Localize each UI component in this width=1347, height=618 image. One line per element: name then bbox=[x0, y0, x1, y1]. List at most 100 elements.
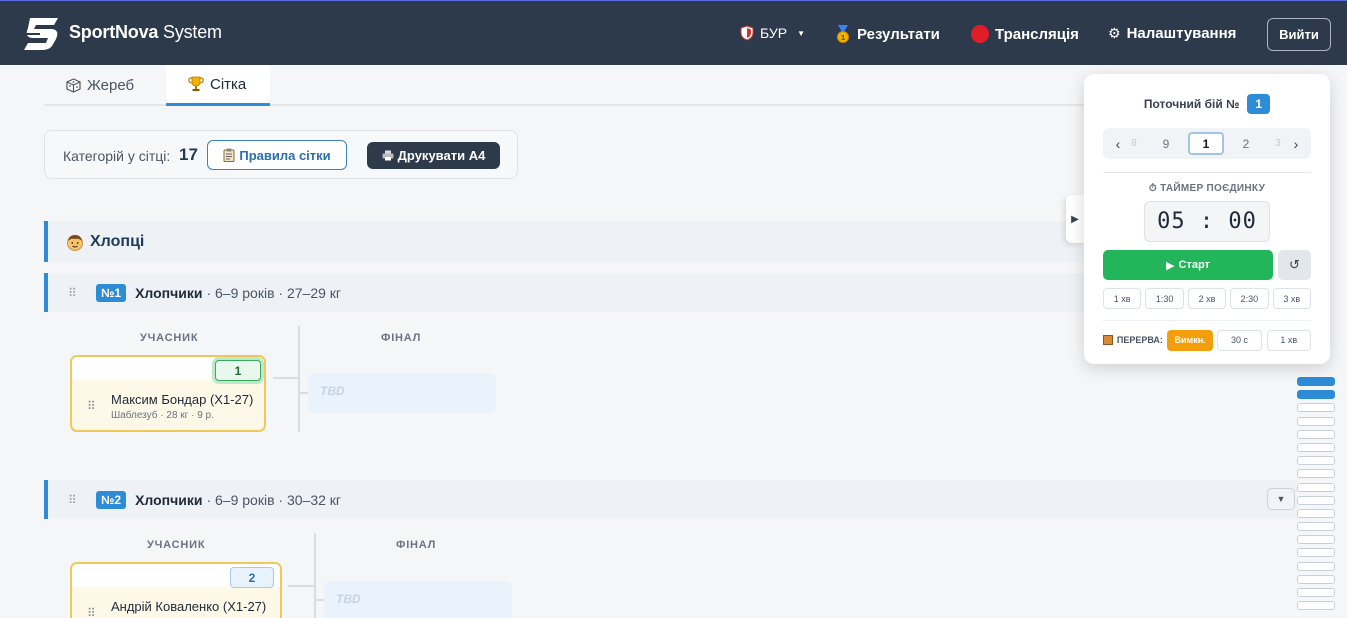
fight-number-next-far[interactable]: 3 bbox=[1271, 128, 1285, 159]
nav-results[interactable]: 1 Результати bbox=[835, 25, 940, 43]
section-header-boys: Хлопці bbox=[44, 221, 1084, 262]
org-selector[interactable]: БУР ▼ bbox=[740, 25, 805, 41]
svg-text:1: 1 bbox=[841, 34, 846, 42]
current-fight-label: Поточний бій № bbox=[1143, 97, 1240, 111]
participant-card[interactable]: 2 ⠿ Андрій Коваленко (Х1-27) bbox=[70, 562, 282, 618]
timer-preset-button[interactable]: 2:30 bbox=[1230, 288, 1269, 309]
dice-icon bbox=[66, 78, 81, 93]
categories-count-label: Категорій у сітці: bbox=[63, 148, 171, 164]
timer-preset-button[interactable]: 1 хв bbox=[1103, 288, 1142, 309]
timer-label-text: ТАЙМЕР ПОЄДИНКУ bbox=[1160, 183, 1266, 194]
fight-control-panel: Поточний бій № 1 ‹ 8 9 1 2 3 › ⏱ ТАЙМЕР … bbox=[1084, 74, 1330, 364]
broadcast-label: Трансляція bbox=[995, 25, 1079, 43]
break-off-button[interactable]: Вимкн. bbox=[1166, 329, 1214, 351]
bracket-toolbar: Категорій у сітці: 17 Правила сітки Друк… bbox=[44, 130, 518, 179]
org-label: БУР bbox=[760, 25, 788, 41]
reset-timer-button[interactable]: ↺ bbox=[1278, 250, 1311, 280]
break-30s-button[interactable]: 30 с bbox=[1217, 329, 1262, 351]
category-marker[interactable] bbox=[1297, 574, 1335, 584]
category-marker[interactable] bbox=[1297, 508, 1335, 518]
boy-face-icon bbox=[67, 234, 83, 251]
tab-draw[interactable]: Жереб bbox=[44, 65, 166, 106]
chevron-left-icon[interactable]: ‹ bbox=[1111, 128, 1125, 159]
final-slot: TBD bbox=[324, 581, 512, 618]
bracket-connector bbox=[288, 585, 316, 587]
category-marker[interactable] bbox=[1297, 456, 1335, 466]
top-navbar: SportNova System БУР ▼ 1 Результати Тран… bbox=[0, 0, 1347, 65]
shield-icon bbox=[740, 25, 754, 41]
final-slot: TBD bbox=[308, 373, 496, 413]
category-marker[interactable] bbox=[1297, 548, 1335, 558]
reset-icon: ↺ bbox=[1289, 257, 1300, 272]
bracket-rules-label: Правила сітки bbox=[239, 147, 331, 163]
drag-handle-icon[interactable]: ⠿ bbox=[87, 399, 96, 413]
category-marker[interactable] bbox=[1297, 416, 1335, 426]
logo-s-icon[interactable] bbox=[22, 14, 64, 52]
timer-preset-button[interactable]: 3 хв bbox=[1272, 288, 1312, 309]
red-circle-icon bbox=[971, 25, 989, 43]
nav-settings[interactable]: ⚙ Налаштування bbox=[1108, 25, 1236, 42]
bracket-connector bbox=[300, 392, 308, 394]
category-marker[interactable] bbox=[1297, 482, 1335, 492]
categories-count: 17 bbox=[179, 145, 198, 164]
tab-bracket[interactable]: Сітка bbox=[166, 65, 270, 106]
category-marker[interactable] bbox=[1297, 561, 1335, 571]
break-square-icon bbox=[1103, 335, 1113, 345]
fight-number-prev-far[interactable]: 8 bbox=[1127, 128, 1141, 159]
logout-button[interactable]: Вийти bbox=[1267, 18, 1331, 51]
category-marker[interactable] bbox=[1297, 522, 1335, 532]
participant-card[interactable]: 1 ⠿ Максим Бондар (Х1-27) Шаблезуб · 28 … bbox=[70, 355, 266, 432]
timer-presets: 1 хв 1:30 2 хв 2:30 3 хв bbox=[1103, 288, 1312, 309]
brand-name[interactable]: SportNova System bbox=[69, 22, 222, 43]
category-row[interactable]: ⠿ №2 Хлопчики · 6–9 років · 30–32 кг bbox=[44, 480, 1297, 519]
timer-preset-button[interactable]: 2 хв bbox=[1187, 288, 1227, 309]
column-label-participant: УЧАСНИК bbox=[147, 539, 206, 551]
fight-navigator: ‹ 8 9 1 2 3 › bbox=[1103, 128, 1311, 159]
category-marker[interactable] bbox=[1297, 588, 1335, 597]
collapse-toggle-icon[interactable]: ▼ bbox=[1267, 488, 1295, 510]
category-marker[interactable] bbox=[1297, 535, 1335, 545]
panel-collapse-arrow-icon[interactable]: ▶ bbox=[1066, 195, 1084, 243]
bracket-connector bbox=[316, 599, 324, 601]
fight-number-current[interactable]: 1 bbox=[1188, 132, 1224, 155]
tab-bracket-label: Сітка bbox=[210, 75, 247, 93]
category-number: №1 bbox=[96, 283, 127, 302]
drag-handle-icon[interactable]: ⠿ bbox=[68, 286, 88, 300]
category-info: · 6–9 років · 27–29 кг bbox=[206, 284, 342, 301]
nav-broadcast[interactable]: Трансляція bbox=[971, 25, 1079, 43]
category-marker[interactable] bbox=[1297, 469, 1335, 479]
view-tabs: Жереб Сітка bbox=[44, 65, 1084, 106]
seed-badge: 1 bbox=[215, 360, 261, 381]
section-title: Хлопці bbox=[90, 232, 145, 250]
gear-icon: ⚙ bbox=[1108, 25, 1121, 41]
divider bbox=[1103, 320, 1311, 321]
bracket-rules-button[interactable]: Правила сітки bbox=[207, 140, 347, 170]
category-marker[interactable] bbox=[1297, 429, 1335, 439]
print-a4-label: Друкувати А4 bbox=[397, 148, 486, 163]
fight-number-prev[interactable]: 9 bbox=[1157, 128, 1175, 159]
category-marker[interactable] bbox=[1297, 377, 1335, 386]
category-marker[interactable] bbox=[1297, 601, 1335, 611]
results-label: Результати bbox=[857, 25, 940, 43]
print-a4-button[interactable]: Друкувати А4 bbox=[367, 142, 500, 169]
bracket-connector bbox=[273, 377, 300, 379]
start-label: Старт bbox=[1178, 259, 1210, 271]
play-icon: ▶ bbox=[1166, 259, 1175, 272]
break-1min-button[interactable]: 1 хв bbox=[1266, 329, 1312, 351]
drag-handle-icon[interactable]: ⠿ bbox=[68, 493, 88, 507]
category-marker[interactable] bbox=[1297, 495, 1335, 505]
break-label: ПЕРЕРВА: bbox=[1116, 335, 1163, 345]
bracket-divider bbox=[314, 533, 316, 618]
category-marker[interactable] bbox=[1297, 403, 1335, 413]
stopwatch-icon: ⏱ bbox=[1148, 183, 1157, 194]
category-marker[interactable] bbox=[1297, 390, 1335, 400]
fight-number-next[interactable]: 2 bbox=[1237, 128, 1255, 159]
category-title: Хлопчики bbox=[135, 491, 203, 508]
start-button[interactable]: ▶ Старт bbox=[1103, 250, 1273, 280]
timer-preset-button[interactable]: 1:30 bbox=[1145, 288, 1184, 309]
category-marker[interactable] bbox=[1297, 442, 1335, 452]
chevron-right-icon[interactable]: › bbox=[1289, 128, 1303, 159]
drag-handle-icon[interactable]: ⠿ bbox=[87, 606, 96, 618]
settings-label: Налаштування bbox=[1126, 25, 1237, 42]
current-fight-badge: 1 bbox=[1247, 94, 1271, 114]
